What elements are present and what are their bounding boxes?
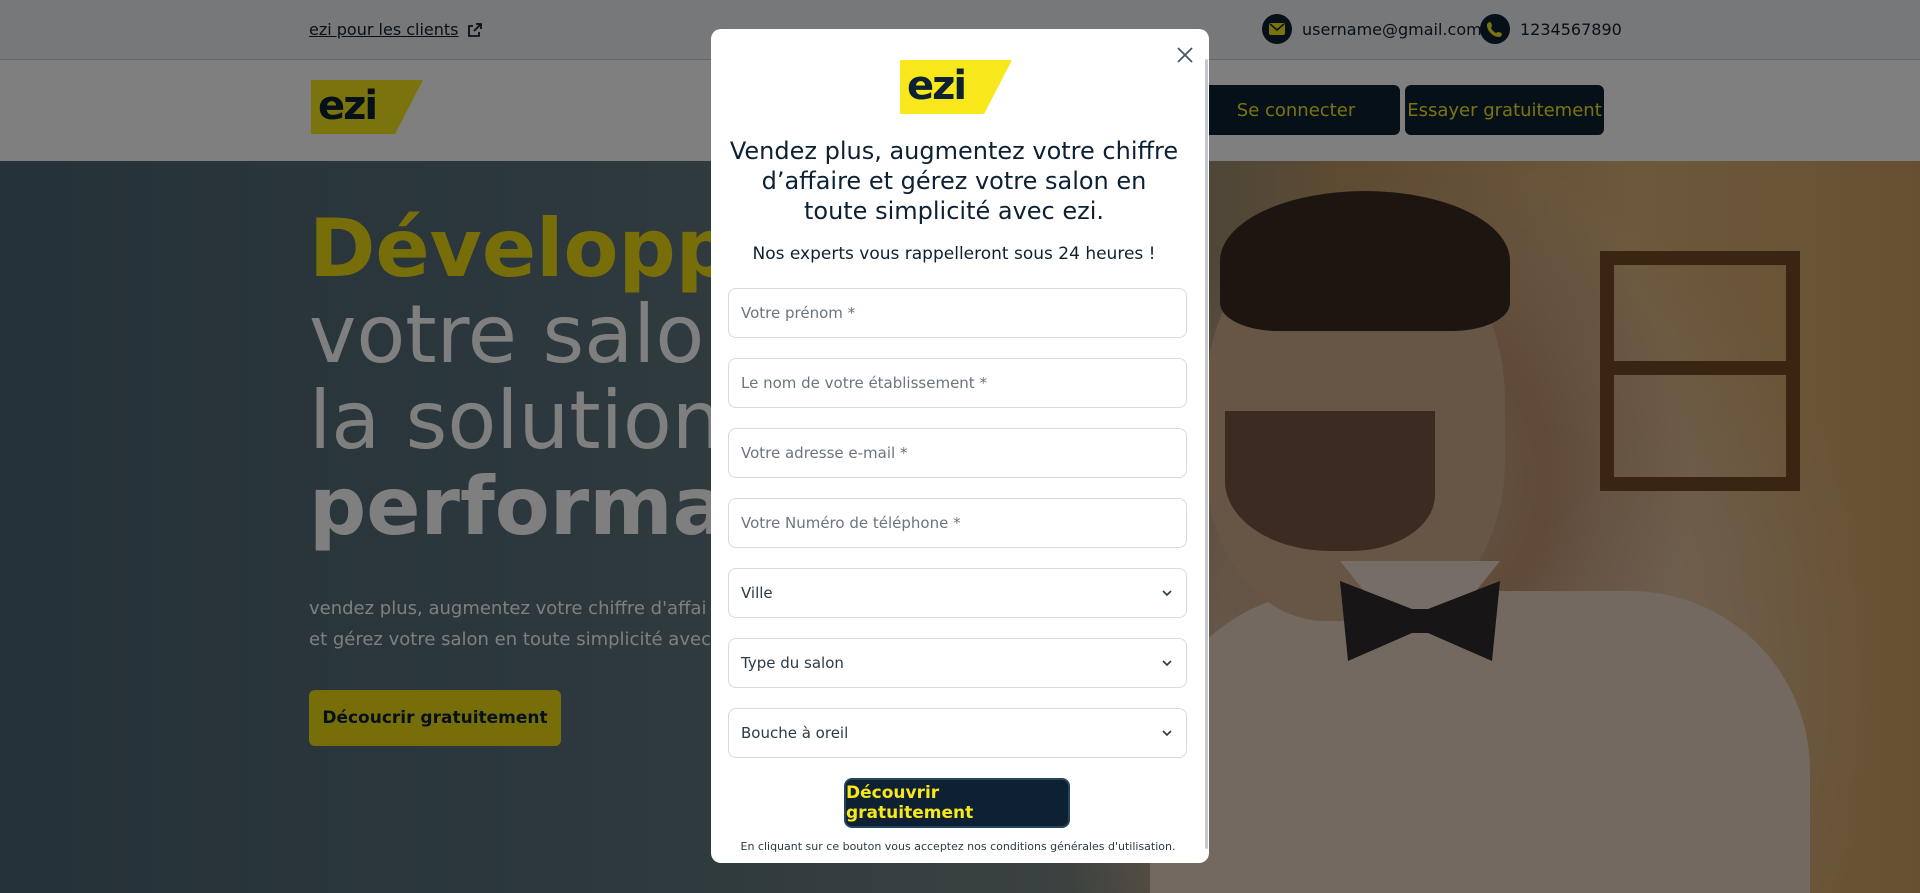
chevron-down-icon <box>1162 730 1172 737</box>
modal-scrollbar[interactable] <box>1205 59 1208 849</box>
city-select[interactable]: Ville <box>728 568 1187 618</box>
close-button[interactable] <box>1172 42 1198 68</box>
modal-title: Vendez plus, augmentez votre chiffre d’a… <box>729 137 1179 225</box>
chevron-down-icon <box>1162 660 1172 667</box>
signup-modal: ezi Vendez plus, augmentez votre chiffre… <box>711 29 1209 863</box>
business-name-field[interactable] <box>728 358 1187 408</box>
salon-type-select[interactable]: Type du salon <box>728 638 1187 688</box>
modal-ezi-logo: ezi <box>900 60 1012 114</box>
salon-type-select-value: Type du salon <box>741 654 844 672</box>
phone-field[interactable] <box>728 498 1187 548</box>
modal-subtitle: Nos experts vous rappelleront sous 24 he… <box>752 244 1156 264</box>
modal-logo-text: ezi <box>907 63 967 109</box>
first-name-input[interactable] <box>741 304 1174 322</box>
submit-button[interactable]: Découvrir gratuitement <box>844 778 1070 828</box>
city-select-value: Ville <box>741 584 773 602</box>
source-select[interactable]: Bouche à oreil <box>728 708 1187 758</box>
first-name-field[interactable] <box>728 288 1187 338</box>
close-icon <box>1177 47 1193 63</box>
email-field[interactable] <box>728 428 1187 478</box>
email-input[interactable] <box>741 444 1174 462</box>
source-select-value: Bouche à oreil <box>741 724 849 742</box>
business-name-input[interactable] <box>741 374 1174 392</box>
legal-notice: En cliquant sur ce bouton vous acceptez … <box>740 840 1176 853</box>
phone-input[interactable] <box>741 514 1174 532</box>
chevron-down-icon <box>1162 590 1172 597</box>
